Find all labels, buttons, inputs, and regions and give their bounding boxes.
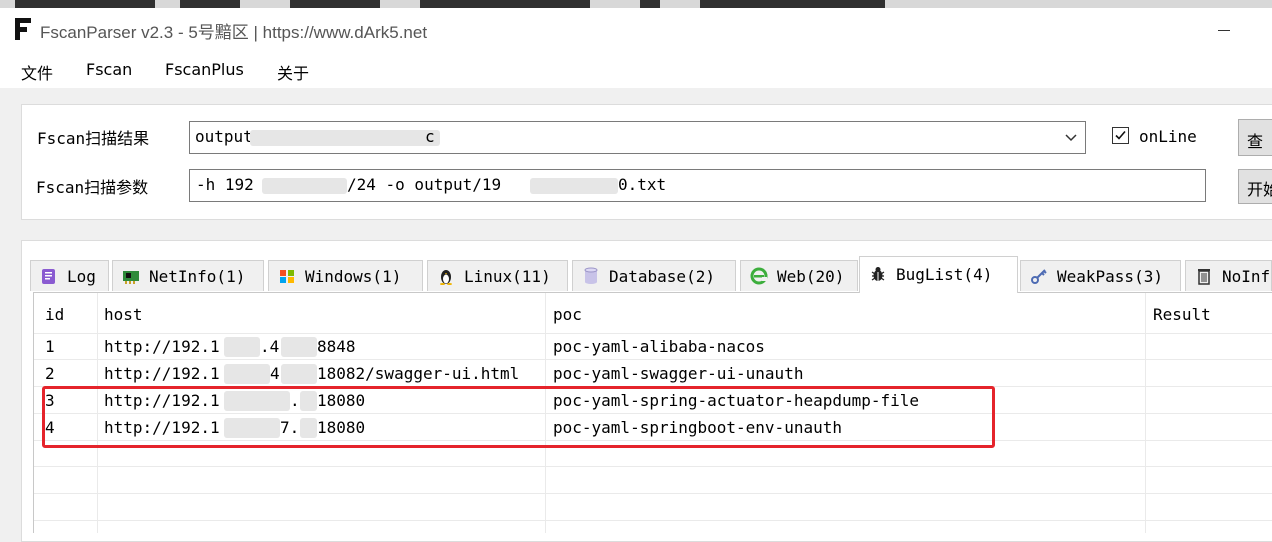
tab-log[interactable]: Log	[30, 260, 109, 291]
tab-netinfo[interactable]: NetInfo(1)	[112, 260, 264, 291]
column-header-result[interactable]: Result	[1153, 305, 1211, 324]
menu-file[interactable]: 文件	[21, 60, 53, 84]
start-scan-button[interactable]: 开始	[1238, 169, 1272, 204]
row-poc: poc-yaml-swagger-ui-unauth	[553, 364, 804, 383]
cropped-background-strip	[0, 0, 1272, 8]
tab-linux[interactable]: Linux(11)	[427, 260, 568, 291]
redacted-region	[250, 130, 440, 146]
key-icon	[1030, 267, 1048, 285]
network-card-icon	[122, 267, 140, 285]
row-id: 2	[45, 364, 55, 383]
bug-icon	[869, 265, 887, 283]
minimize-icon	[1218, 29, 1230, 31]
load-result-button[interactable]: 查	[1238, 119, 1272, 156]
row-poc: poc-yaml-alibaba-nacos	[553, 337, 765, 356]
tab-windows-label: Windows(1)	[305, 267, 402, 286]
tab-linux-label: Linux(11)	[464, 267, 551, 286]
tab-weakpass[interactable]: WeakPass(3)	[1020, 260, 1181, 291]
checkmark-icon	[1115, 130, 1126, 140]
scan-result-value-tail: c	[425, 127, 435, 146]
row-host-port: 18082/swagger-ui.html	[317, 364, 520, 383]
tab-buglist-label: BugList(4)	[896, 265, 993, 284]
menu-about[interactable]: 关于	[277, 60, 309, 84]
highlight-annotation-box	[42, 386, 995, 448]
redacted-region	[530, 178, 618, 194]
column-header-id[interactable]: id	[45, 305, 64, 324]
menu-fscan[interactable]: Fscan	[86, 60, 132, 79]
scan-params-tail: 0.txt	[618, 175, 667, 194]
log-icon	[40, 267, 58, 285]
column-header-poc[interactable]: poc	[553, 305, 582, 324]
menu-fscanplus[interactable]: FscanPlus	[165, 60, 244, 79]
row-host-part: 4	[270, 364, 280, 383]
row-id: 1	[45, 337, 55, 356]
row-host: http://192.1	[104, 337, 220, 356]
tab-windows[interactable]: Windows(1)	[268, 260, 423, 291]
scan-params-label: Fscan扫描参数	[36, 178, 149, 197]
scan-result-label: Fscan扫描结果	[37, 129, 150, 148]
tab-database[interactable]: Database(2)	[572, 260, 736, 291]
tab-netinfo-label: NetInfo(1)	[149, 267, 246, 286]
scan-params-input[interactable]: -h 192 /24 -o output/19 0.txt	[189, 169, 1206, 202]
online-label: onLine	[1139, 127, 1197, 146]
scan-params-mid: /24 -o output/19	[347, 175, 502, 194]
web-icon	[750, 267, 768, 285]
menu-bar: 文件 Fscan FscanPlus 关于	[0, 50, 1272, 88]
row-host-part: .4	[260, 337, 280, 356]
redacted-region	[281, 364, 317, 384]
window-title: FscanParser v2.3 - 5号黯区 | https://www.dA…	[40, 23, 428, 42]
redacted-region	[224, 337, 260, 357]
database-icon	[582, 267, 600, 285]
title-bar: FscanParser v2.3 - 5号黯区 | https://www.dA…	[0, 8, 1272, 50]
windows-icon	[278, 267, 296, 285]
chevron-down-icon[interactable]	[1057, 122, 1085, 153]
tab-noinfo[interactable]: NoInf	[1185, 260, 1272, 291]
redacted-region	[262, 178, 347, 194]
redacted-region	[224, 364, 270, 384]
scan-params-value: -h 192	[196, 175, 254, 194]
tab-web-label: Web(20)	[777, 267, 845, 286]
tab-weakpass-label: WeakPass(3)	[1057, 267, 1163, 286]
redacted-region	[281, 337, 317, 357]
tab-noinfo-label: NoInf	[1222, 267, 1271, 286]
tab-database-label: Database(2)	[609, 267, 715, 286]
row-host: http://192.1	[104, 364, 220, 383]
trash-icon	[1195, 267, 1213, 285]
app-logo-icon	[15, 18, 31, 40]
tab-buglist[interactable]: BugList(4)	[859, 256, 1018, 293]
tab-web[interactable]: Web(20)	[740, 260, 858, 291]
scan-result-combobox[interactable]: output/ c	[189, 121, 1086, 154]
tab-log-label: Log	[67, 267, 96, 286]
online-checkbox[interactable]	[1112, 127, 1129, 144]
minimize-button[interactable]	[1205, 8, 1243, 50]
row-host-port: 8848	[317, 337, 356, 356]
linux-penguin-icon	[437, 267, 455, 285]
column-header-host[interactable]: host	[104, 305, 143, 324]
